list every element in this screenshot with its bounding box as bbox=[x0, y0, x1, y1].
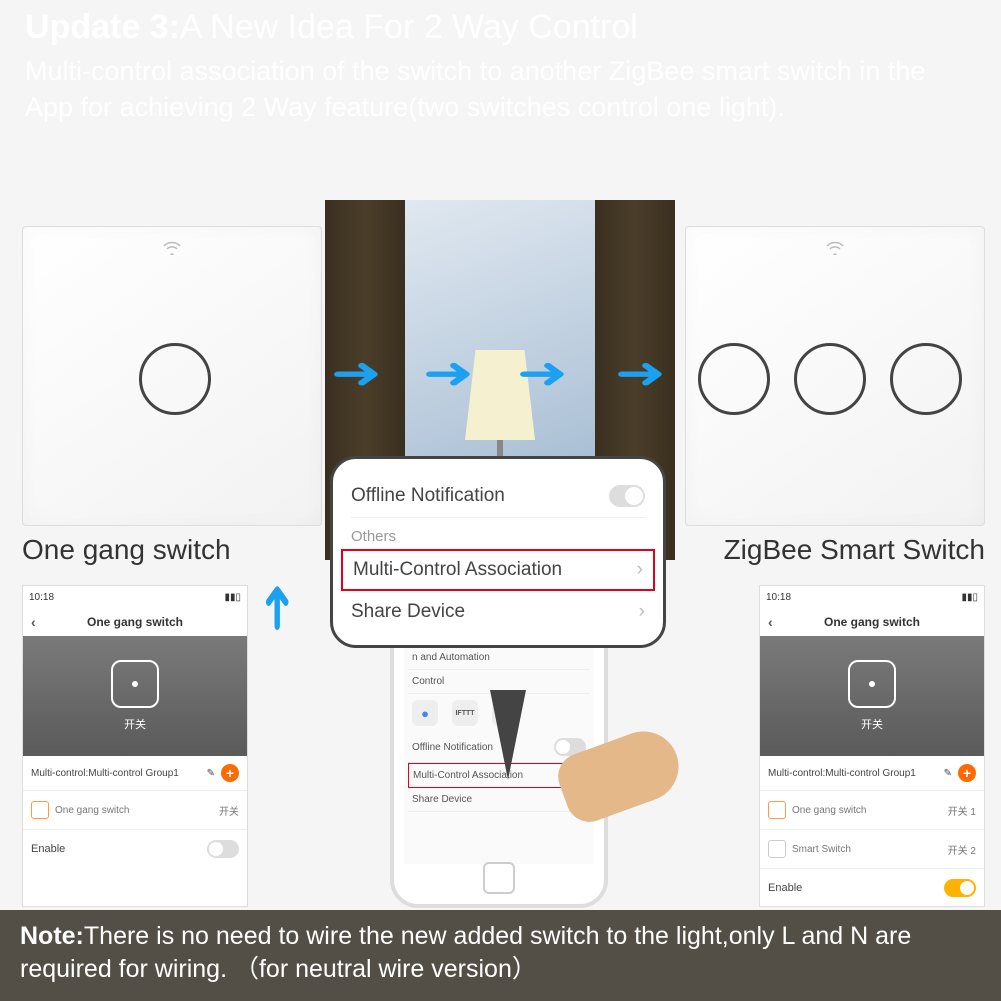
product-infographic: Update 3:A New Idea For 2 Way Control Mu… bbox=[0, 0, 1001, 1001]
touch-button-3[interactable] bbox=[890, 343, 962, 415]
back-icon[interactable]: ‹ bbox=[768, 608, 773, 636]
status-battery: ▮▮▯ bbox=[224, 592, 241, 603]
power-button[interactable] bbox=[111, 660, 159, 708]
app-title: One gang switch bbox=[824, 615, 920, 629]
back-icon[interactable]: ‹ bbox=[31, 608, 36, 636]
callout-pointer bbox=[490, 690, 526, 780]
toggle-offline[interactable] bbox=[609, 485, 645, 507]
enable-row: Enable bbox=[760, 869, 984, 907]
add-icon[interactable]: + bbox=[221, 764, 239, 782]
chevron-right-icon: › bbox=[639, 601, 645, 623]
arrow-right-icon: ➜ bbox=[423, 348, 475, 399]
touch-button-1[interactable] bbox=[698, 343, 770, 415]
device-list-item[interactable]: Smart Switch开关 2 bbox=[760, 830, 984, 869]
enable-row: Enable bbox=[23, 830, 247, 868]
device-list-item[interactable]: One gang switch开关 1 bbox=[760, 791, 984, 830]
status-time: 10:18 bbox=[29, 592, 54, 603]
enable-toggle[interactable] bbox=[207, 840, 239, 858]
app-screenshot-left: 10:18▮▮▯ ‹One gang switch 开关 Multi-contr… bbox=[22, 585, 248, 907]
home-button[interactable] bbox=[483, 862, 515, 894]
app-title: One gang switch bbox=[87, 615, 183, 629]
right-switch-label: ZigBee Smart Switch bbox=[724, 534, 985, 566]
ifttt-icon[interactable]: IFTTT bbox=[452, 700, 478, 726]
device-hero: 开关 bbox=[760, 636, 984, 756]
wifi-icon bbox=[825, 241, 845, 260]
device-icon bbox=[31, 801, 49, 819]
chevron-right-icon: › bbox=[637, 559, 643, 581]
header-title-rest: A New Idea For 2 Way Control bbox=[180, 8, 638, 46]
header: Update 3:A New Idea For 2 Way Control Mu… bbox=[25, 8, 976, 126]
hero-label: 开关 bbox=[861, 716, 883, 732]
device-list-item[interactable]: One gang switch开关 bbox=[23, 791, 247, 830]
edit-icon[interactable]: ✎ bbox=[944, 768, 952, 779]
arrow-up-icon: ➜ bbox=[251, 582, 302, 634]
offline-notification-row[interactable]: Offline Notification bbox=[351, 475, 645, 518]
status-battery: ▮▮▯ bbox=[961, 592, 978, 603]
google-assistant-icon[interactable]: ● bbox=[412, 700, 438, 726]
one-gang-switch-panel bbox=[22, 226, 322, 526]
hand-holding-phone: n and Automation Control ● IFTTT 🐱 Offli… bbox=[360, 640, 640, 920]
power-button[interactable] bbox=[848, 660, 896, 708]
edit-icon[interactable]: ✎ bbox=[207, 768, 215, 779]
multi-control-association-row[interactable]: Multi-Control Association› bbox=[341, 549, 655, 591]
share-device-row[interactable]: Share Device› bbox=[351, 591, 645, 633]
group-chip[interactable]: Multi-control:Multi-control Group1 ✎+ bbox=[23, 756, 247, 791]
left-switch-label: One gang switch bbox=[22, 534, 231, 566]
header-title-bold: Update 3: bbox=[25, 8, 180, 46]
device-hero: 开关 bbox=[23, 636, 247, 756]
touch-button-1[interactable] bbox=[139, 343, 211, 415]
device-icon bbox=[768, 840, 786, 858]
status-time: 10:18 bbox=[766, 592, 791, 603]
header-body: Multi-control association of the switch … bbox=[25, 53, 976, 126]
hero-label: 开关 bbox=[124, 716, 146, 732]
note-body: There is no need to wire the new added s… bbox=[20, 922, 911, 984]
touch-button-2[interactable] bbox=[794, 343, 866, 415]
group-chip[interactable]: Multi-control:Multi-control Group1 ✎+ bbox=[760, 756, 984, 791]
zigbee-switch-panel bbox=[685, 226, 985, 526]
arrow-right-icon: ➜ bbox=[615, 348, 667, 399]
device-icon bbox=[768, 801, 786, 819]
wifi-icon bbox=[162, 241, 182, 260]
note-label: Note: bbox=[20, 922, 84, 950]
footnote: Note:There is no need to wire the new ad… bbox=[0, 910, 1001, 1001]
arrow-right-icon: ➜ bbox=[331, 348, 383, 399]
row-automation[interactable]: n and Automation bbox=[408, 646, 590, 670]
app-screenshot-right: 10:18▮▮▯ ‹One gang switch 开关 Multi-contr… bbox=[759, 585, 985, 907]
arrow-right-icon: ➜ bbox=[517, 348, 569, 399]
enable-toggle[interactable] bbox=[944, 879, 976, 897]
section-others: Others bbox=[351, 518, 645, 549]
add-icon[interactable]: + bbox=[958, 764, 976, 782]
settings-callout: Offline Notification Others Multi-Contro… bbox=[330, 456, 666, 648]
